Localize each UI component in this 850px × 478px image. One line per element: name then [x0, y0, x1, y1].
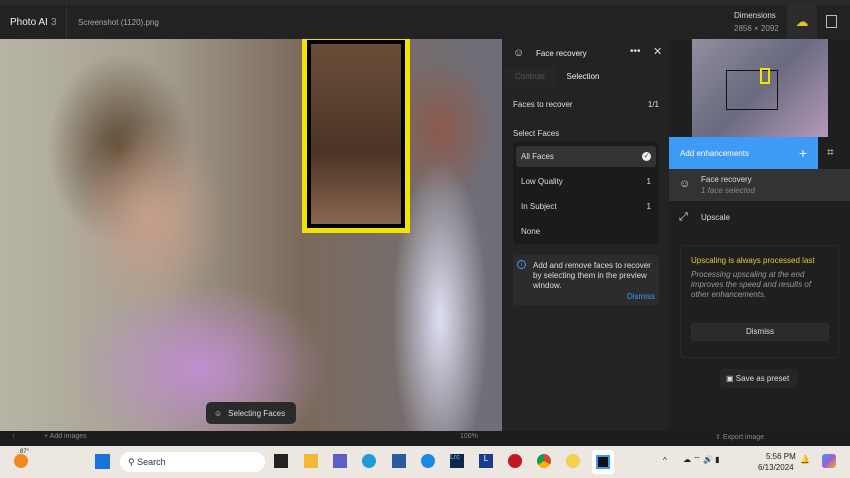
file-name: Screenshot (1120).png — [78, 18, 159, 27]
dimensions-label: Dimensions — [734, 11, 776, 20]
divider — [66, 5, 67, 39]
info-icon: i — [517, 260, 526, 269]
image-preview[interactable] — [0, 39, 502, 431]
cloud-upload-icon[interactable]: ☁ — [787, 5, 817, 39]
app-version: 3 — [51, 17, 57, 28]
chevron-up-icon[interactable]: ^ — [663, 456, 667, 465]
note-dismiss-button[interactable]: Dismiss — [691, 323, 829, 341]
clock-date[interactable]: 6/13/2024 — [758, 463, 794, 472]
add-images-button[interactable]: + Add images — [44, 433, 87, 440]
add-enhancements-button[interactable]: Add enhancements + — [669, 137, 818, 169]
title-bar: Photo AI 3 Screenshot (1120).png Dimensi… — [0, 0, 850, 39]
select-faces-label: Select Faces — [513, 129, 560, 138]
option-in-subject[interactable]: In Subject 1 — [516, 196, 656, 217]
windows-start-icon[interactable] — [95, 454, 110, 469]
taskbar: 87° ⚲ Search Lrc L ^ ☁ ⌔ 🔊 ▮ 5:56 PM 6/1… — [0, 446, 850, 478]
app-icon[interactable] — [274, 454, 288, 468]
crop-icon[interactable]: ⌗ — [827, 145, 834, 160]
enhancement-face-recovery[interactable]: ☺ Face recovery 1 face selected — [669, 169, 850, 201]
faces-options: All Faces ✓ Low Quality 1 In Subject 1 None — [513, 142, 659, 244]
preset-icon: ▣ — [726, 374, 734, 383]
info-text: Add and remove faces to recover by selec… — [533, 261, 651, 290]
dimensions-value: 2856 × 2092 — [734, 24, 779, 33]
more-icon[interactable]: ••• — [630, 46, 641, 57]
notification-icon[interactable]: 🔔 — [800, 455, 810, 464]
info-dismiss-link[interactable]: Dismiss — [627, 292, 655, 301]
zoom-level[interactable]: 100% — [460, 433, 478, 440]
taskbar-search[interactable]: ⚲ Search — [120, 452, 265, 472]
enhancement-upscale[interactable]: ⤢ Upscale — [669, 204, 850, 232]
upscale-note: Upscaling is always processed last Proce… — [680, 245, 839, 358]
tab-selection[interactable]: Selection — [558, 67, 608, 87]
export-button[interactable]: ⇧ Export image — [715, 433, 764, 441]
plus-icon: + — [798, 145, 807, 161]
store-icon[interactable] — [392, 454, 406, 468]
panel-title: Face recovery — [536, 49, 587, 58]
option-all-faces[interactable]: All Faces ✓ — [516, 146, 656, 167]
app-l-icon[interactable]: L — [479, 454, 493, 468]
weather-temp: 87° — [20, 449, 30, 455]
navigator-face-box — [760, 68, 770, 84]
option-none[interactable]: None — [516, 221, 656, 242]
chrome-icon[interactable] — [537, 454, 551, 468]
file-explorer-icon[interactable] — [304, 454, 318, 468]
photo-ai-taskbar-icon[interactable] — [592, 450, 614, 474]
save-preset-button[interactable]: ▣ Save as preset — [720, 369, 798, 388]
navigator-thumbnail[interactable] — [692, 39, 828, 137]
face-icon: ☺ — [214, 408, 223, 418]
faces-to-recover-value: 1/1 — [647, 100, 659, 109]
face-icon: ☺ — [679, 178, 691, 190]
navigator-viewport[interactable] — [726, 70, 778, 110]
weather-icon[interactable] — [14, 454, 28, 468]
app-icon[interactable] — [508, 454, 522, 468]
close-icon[interactable]: ✕ — [653, 45, 662, 58]
face-selection-box[interactable] — [302, 39, 410, 233]
check-icon: ✓ — [642, 152, 651, 161]
expand-icon: ⤢ — [679, 211, 688, 223]
clock-time[interactable]: 5:56 PM — [766, 452, 796, 461]
info-box: i Add and remove faces to recover by sel… — [513, 255, 659, 305]
app-name: Photo AI — [10, 17, 48, 28]
face-icon: ☺ — [513, 47, 525, 59]
lightroom-icon[interactable]: Lrc — [450, 454, 464, 468]
panel-toggle-icon[interactable] — [826, 15, 837, 28]
copilot-icon[interactable] — [822, 454, 836, 468]
faces-to-recover-label: Faces to recover — [513, 100, 573, 109]
app-icon[interactable] — [566, 454, 580, 468]
tab-controls[interactable]: Controls — [505, 67, 555, 87]
tray-icons[interactable]: ☁ ⌔ 🔊 ▮ — [683, 455, 720, 465]
face-recovery-panel: ☺ Face recovery ••• ✕ Controls Selection… — [502, 39, 669, 431]
enhancements-panel: Add enhancements + ⌗ ☺ Face recovery 1 fa… — [669, 39, 850, 431]
upload-icon[interactable]: ↑ — [12, 433, 16, 440]
selecting-faces-text: Selecting Faces — [228, 408, 286, 418]
teams-icon[interactable] — [333, 454, 347, 468]
bottom-bar: ↑ + Add images 100% ⇧ Export image — [0, 431, 850, 446]
edge-icon[interactable] — [362, 454, 376, 468]
option-low-quality[interactable]: Low Quality 1 — [516, 171, 656, 192]
app-icon[interactable] — [421, 454, 435, 468]
selecting-faces-badge: ☺ Selecting Faces — [206, 402, 296, 424]
